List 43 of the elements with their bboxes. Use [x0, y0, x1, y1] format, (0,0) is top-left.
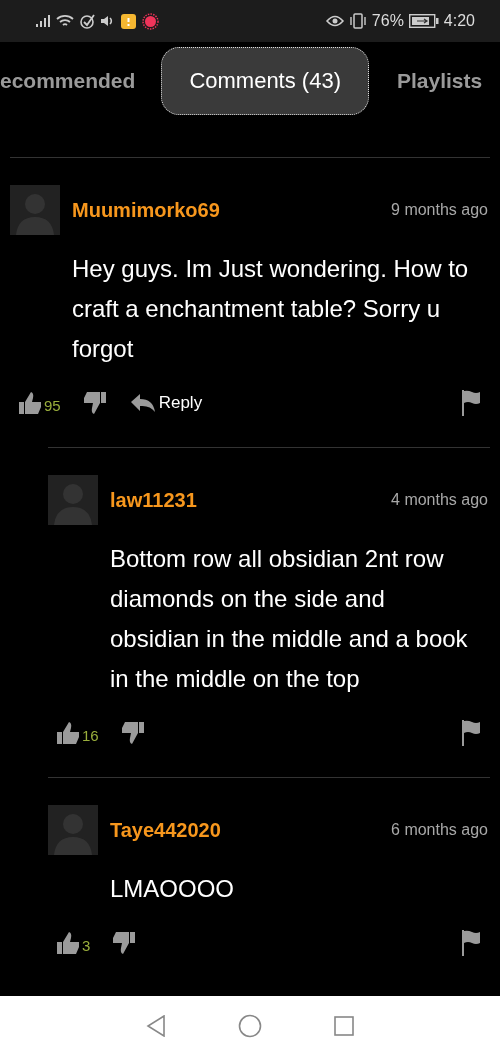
timestamp: 9 months ago — [391, 201, 488, 219]
battery-percent: 76% — [371, 12, 404, 30]
record-icon — [142, 12, 159, 30]
like-count: 16 — [82, 726, 99, 744]
thumbs-up-icon[interactable] — [18, 391, 42, 415]
username[interactable]: law11231 — [110, 488, 197, 512]
speaker-icon — [101, 15, 115, 27]
eye-icon — [325, 15, 344, 27]
vibrate-icon — [348, 13, 367, 29]
avatar-icon — [48, 805, 98, 855]
thumbs-down-icon[interactable] — [112, 931, 137, 955]
username[interactable]: Muumimorko69 — [72, 198, 220, 222]
comment-text: Bottom row all obsidian 2nt row diamonds on the side and obsidian in the middle and a book in the middle on the top — [110, 544, 469, 694]
tab[interactable]: Playlists — [396, 69, 483, 93]
avatar-icon — [10, 185, 60, 235]
back-icon[interactable] — [146, 1015, 166, 1037]
flag-icon[interactable] — [462, 930, 480, 956]
reply-arrow-icon — [130, 394, 155, 412]
timestamp: 6 months ago — [391, 821, 488, 839]
wifi-icon — [56, 14, 74, 28]
like-count: 3 — [82, 936, 91, 954]
thumbs-up-icon[interactable] — [56, 931, 80, 955]
reply-button[interactable]: Reply — [130, 393, 203, 413]
comment-text: LMAOOOO — [110, 874, 236, 904]
thumbs-down-icon[interactable] — [82, 391, 107, 415]
thumbs-up-icon[interactable] — [56, 721, 80, 745]
avatar-icon — [48, 475, 98, 525]
like-count: 95 — [44, 396, 61, 414]
check-circle-icon — [80, 13, 95, 29]
recents-icon[interactable] — [334, 1016, 354, 1036]
signal-icon — [36, 15, 50, 27]
tab[interactable]: Comments (43) — [161, 47, 369, 115]
thumbs-down-icon[interactable] — [120, 721, 145, 745]
home-icon[interactable] — [238, 1014, 262, 1038]
comment-text: Hey guys. Im Just wondering. How to craft a enchantment table? Sorry u forgot — [72, 254, 470, 364]
flag-icon[interactable] — [462, 720, 480, 746]
tab[interactable]: ecommended — [0, 69, 136, 93]
battery-charging-icon — [408, 14, 439, 28]
username[interactable]: Taye442020 — [110, 818, 221, 842]
clock-time: 4:20 — [443, 12, 475, 30]
flag-icon[interactable] — [462, 390, 480, 416]
timestamp: 4 months ago — [391, 491, 488, 509]
notification-icon — [121, 13, 136, 29]
